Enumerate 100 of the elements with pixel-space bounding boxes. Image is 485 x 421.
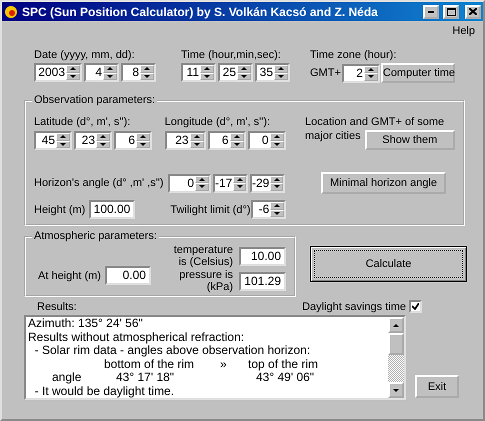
spin-up-button[interactable]	[233, 176, 246, 183]
computer-time-button[interactable]: Computer time	[380, 63, 455, 83]
spin-up-button[interactable]	[270, 202, 284, 210]
spin-field[interactable]: 0	[168, 174, 211, 192]
down-arrow-icon	[274, 212, 280, 215]
spin-up-button[interactable]	[237, 65, 251, 72]
down-arrow-icon	[194, 142, 200, 146]
spin-field[interactable]: 35	[255, 63, 290, 82]
field-label: Latitude (d°, m', s''):	[34, 116, 132, 128]
spin-field[interactable]: 2003	[34, 63, 82, 82]
menu-item[interactable]: Help	[452, 25, 475, 41]
spin-field[interactable]: 11	[181, 63, 216, 82]
spin-field[interactable]: -29	[250, 174, 285, 192]
spin-field[interactable]: 2	[342, 64, 380, 82]
up-arrow-icon	[70, 67, 76, 70]
spin-up-button[interactable]	[140, 65, 154, 72]
up-arrow-icon	[278, 67, 284, 70]
down-arrow-icon	[204, 74, 210, 78]
result-value: angle	[52, 371, 82, 384]
field-label: temperature is (Celsius)	[172, 244, 233, 268]
result-line: Results without atmospherical refraction:	[28, 330, 246, 344]
close-icon	[469, 8, 477, 15]
spin-field[interactable]: 6	[208, 131, 246, 150]
spin-up-button[interactable]	[270, 133, 284, 140]
sun-icon	[4, 4, 18, 18]
close-button[interactable]	[465, 4, 481, 18]
value-field[interactable]: 10.00	[239, 246, 286, 266]
minimize-button[interactable]	[423, 4, 439, 18]
spin-field[interactable]: 4	[84, 63, 119, 82]
spin-field[interactable]: 25	[218, 63, 253, 82]
spin-up-button[interactable]	[190, 133, 204, 140]
column-heading: »	[220, 358, 227, 371]
height-field[interactable]: 100.00	[89, 200, 136, 219]
result-value: 43° 17' 18"	[116, 371, 174, 384]
value-field[interactable]: 101.29	[239, 272, 286, 290]
spin-field[interactable]: 8	[121, 63, 156, 82]
spin-up-button[interactable]	[103, 65, 117, 72]
exit-button[interactable]: Exit	[415, 375, 459, 398]
group-title: Atmospheric parameters:	[32, 230, 159, 242]
up-arrow-icon	[236, 178, 243, 181]
cities-note: Location and GMT+ of some	[305, 116, 446, 128]
spin-up-button[interactable]	[96, 133, 110, 140]
spin-up-button[interactable]	[136, 133, 150, 140]
results-box[interactable]	[24, 315, 406, 400]
spin-down-button[interactable]	[364, 73, 378, 80]
field-label: Time zone (hour):	[310, 49, 398, 61]
down-arrow-icon	[274, 185, 280, 188]
spin-down-button[interactable]	[233, 183, 246, 190]
up-arrow-icon	[100, 135, 106, 138]
spin-up-button[interactable]	[270, 176, 283, 183]
up-arrow-icon	[199, 178, 205, 181]
cities-note: major cities	[305, 130, 361, 142]
minimal-horizon-angle-button[interactable]: Minimal horizon angle	[321, 172, 446, 194]
up-arrow-icon	[204, 67, 210, 70]
up-arrow-icon	[60, 135, 66, 138]
spin-up-button[interactable]	[274, 65, 288, 72]
field-label: Twilight limit (d°)	[170, 204, 251, 216]
down-arrow-icon	[140, 142, 146, 146]
field-label: Time (hour,min,sec):	[181, 49, 282, 61]
result-line: - Solar rim data - angles above observation horizon:	[34, 344, 312, 358]
field-label: Date (yyyy, mm, dd):	[34, 49, 136, 61]
maximize-icon	[446, 8, 456, 16]
spin-down-button[interactable]	[195, 183, 209, 190]
up-arrow-icon	[144, 67, 150, 70]
up-arrow-icon	[234, 135, 240, 138]
spin-field[interactable]: 45	[34, 131, 72, 150]
spin-up-button[interactable]	[195, 176, 209, 183]
spin-up-button[interactable]	[200, 65, 214, 72]
minimize-icon	[428, 10, 434, 12]
down-arrow-icon	[393, 388, 399, 392]
daylight-checkbox[interactable]	[409, 300, 422, 313]
scrollbar[interactable]	[388, 317, 404, 398]
window-title: SPC (Sun Position Calculator) by S. Volkán Kacsó and Z. Néda	[22, 4, 379, 18]
field-label: Horizon's angle (d° ,m' ,s'')	[34, 177, 164, 189]
spin-up-button[interactable]	[230, 133, 244, 140]
up-arrow-icon	[241, 67, 247, 70]
spin-field[interactable]: 6	[114, 131, 152, 150]
up-arrow-icon	[274, 135, 280, 138]
spin-field[interactable]: 23	[74, 131, 112, 150]
down-arrow-icon	[241, 74, 247, 78]
spin-up-button[interactable]	[364, 66, 378, 73]
field-label: At height (m)	[38, 270, 101, 282]
calculate-button[interactable]: Calculate	[310, 246, 467, 282]
spin-field[interactable]: 23	[164, 131, 206, 150]
spin-down-button[interactable]	[270, 183, 283, 190]
maximize-button[interactable]	[443, 4, 459, 18]
result-line: - It would be daylight time.	[34, 384, 176, 398]
result-value: 43° 49' 06"	[256, 371, 314, 384]
up-arrow-icon	[274, 178, 280, 181]
up-arrow-icon	[274, 204, 280, 208]
column-heading: bottom of the rim	[104, 358, 194, 371]
down-arrow-icon	[70, 74, 76, 78]
spin-field[interactable]: 0	[248, 131, 286, 150]
height-field[interactable]: 0.00	[104, 266, 151, 285]
spin-field[interactable]: -6	[251, 200, 286, 219]
spin-field[interactable]: -17	[213, 174, 248, 192]
field-label: Longitude (d°, m', s''):	[164, 116, 272, 128]
show-them-button[interactable]: Show them	[364, 130, 455, 150]
spin-up-button[interactable]	[56, 133, 70, 140]
spin-up-button[interactable]	[66, 65, 80, 72]
